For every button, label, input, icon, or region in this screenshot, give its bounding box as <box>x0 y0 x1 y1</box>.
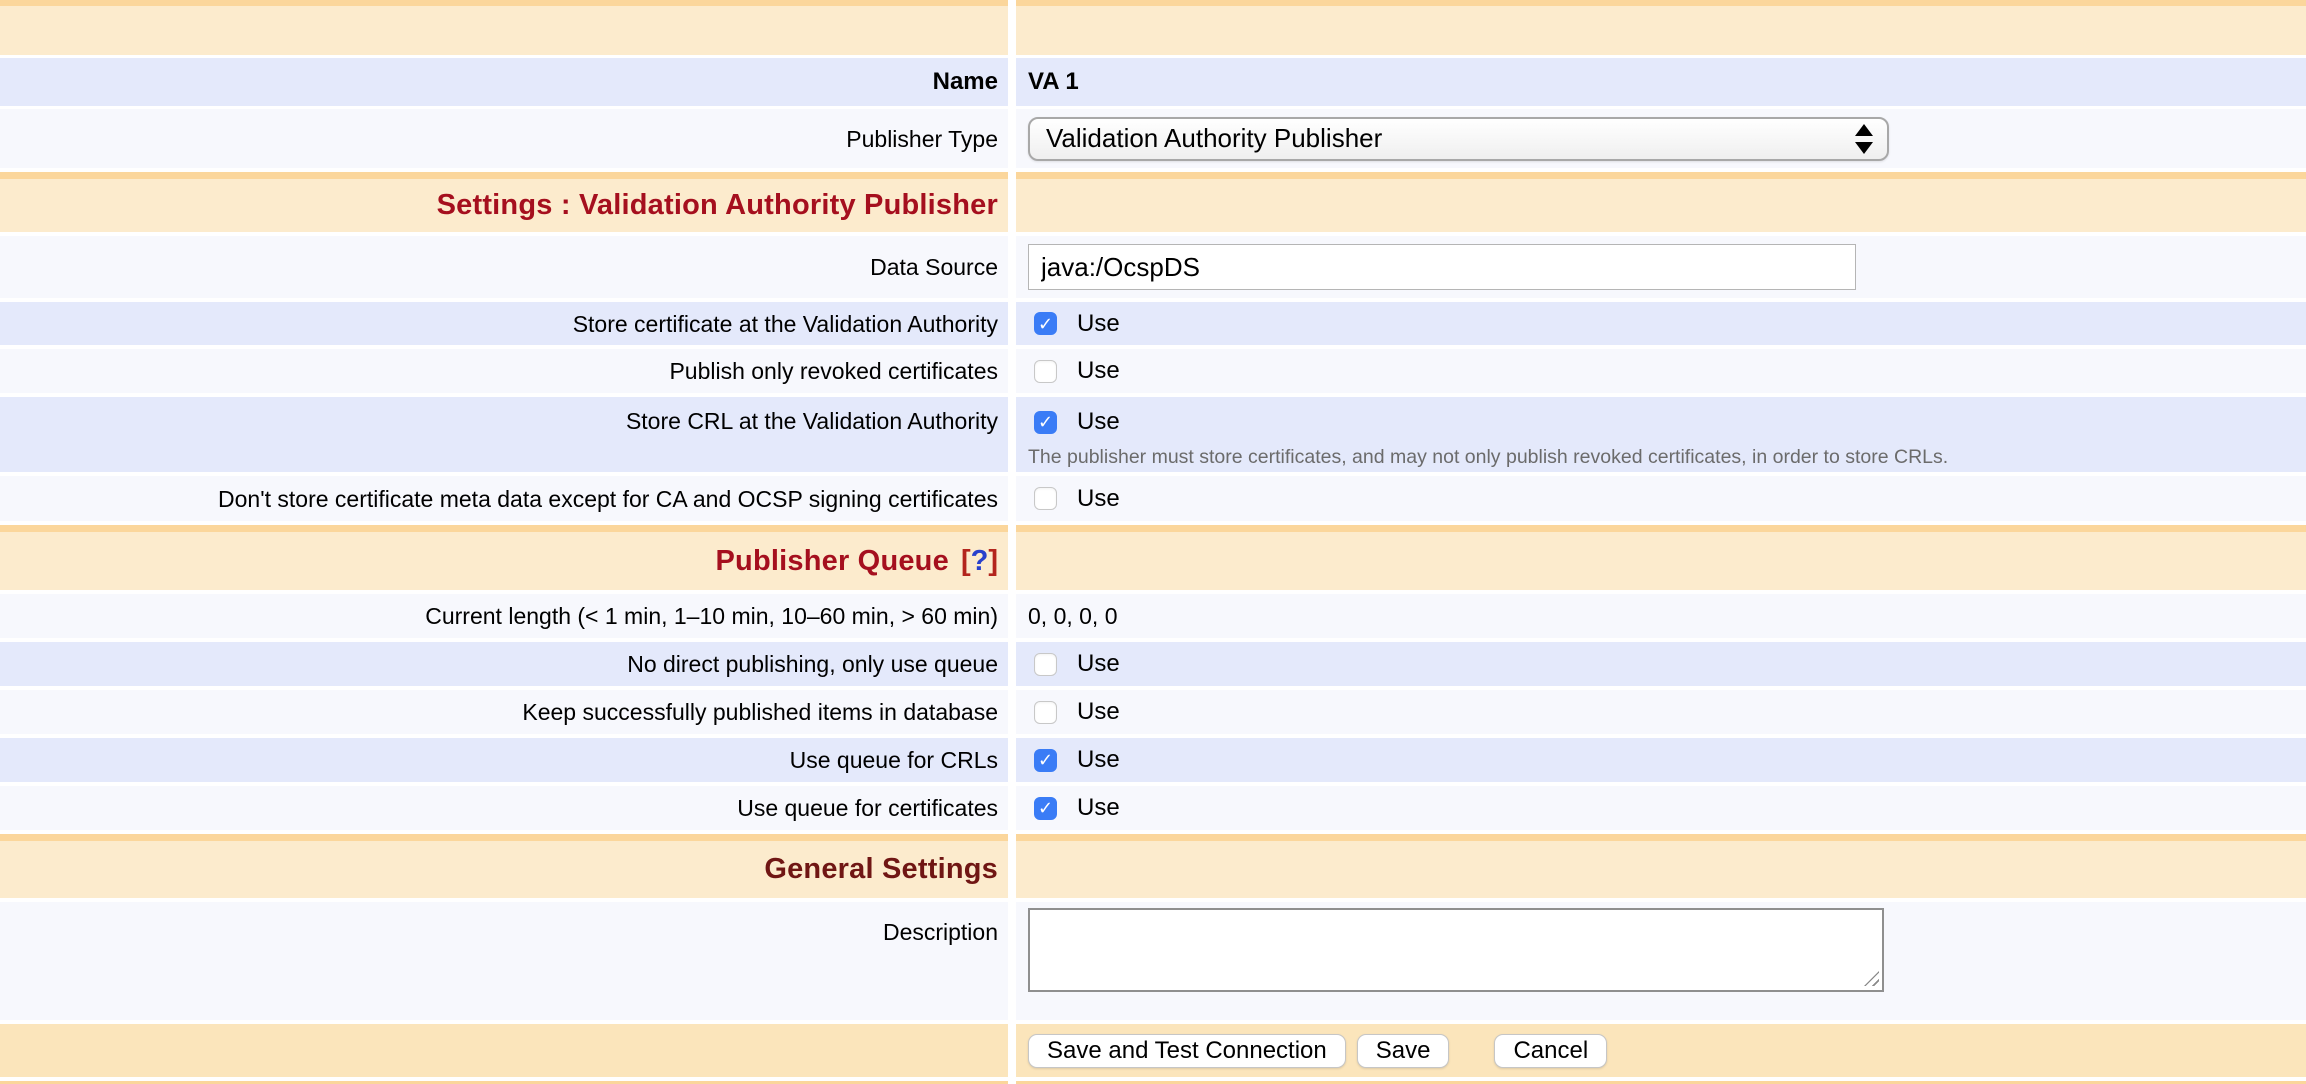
row-publish-revoked: Publish only revoked certificates Use <box>0 349 2306 393</box>
store-cert-checkbox[interactable] <box>1034 312 1057 335</box>
queue-crls-label: Use queue for CRLs <box>790 746 998 774</box>
name-label: Name <box>933 68 998 96</box>
row-keep-published: Keep successfully published items in dat… <box>0 690 2306 734</box>
queue-certs-label: Use queue for certificates <box>737 794 998 822</box>
data-source-label: Data Source <box>870 253 998 281</box>
save-button[interactable]: Save <box>1357 1034 1450 1068</box>
save-and-test-button[interactable]: Save and Test Connection <box>1028 1034 1346 1068</box>
description-textarea[interactable] <box>1028 908 1884 992</box>
no-direct-label: No direct publishing, only use queue <box>627 650 998 678</box>
store-crl-label: Store CRL at the Validation Authority <box>626 407 998 435</box>
queue-crls-use-label: Use <box>1077 746 1120 774</box>
queue-length-value: 0, 0, 0, 0 <box>1028 603 1118 630</box>
store-crl-note: The publisher must store certificates, a… <box>1028 445 1948 469</box>
meta-data-use-label: Use <box>1077 485 1120 513</box>
queue-crls-checkbox[interactable] <box>1034 749 1057 772</box>
store-crl-use-label: Use <box>1077 408 1120 436</box>
row-queue-length: Current length (< 1 min, 1–10 min, 10–60… <box>0 594 2306 638</box>
meta-data-checkbox[interactable] <box>1034 487 1057 510</box>
queue-length-label: Current length (< 1 min, 1–10 min, 10–60… <box>425 602 998 630</box>
queue-section-title: Publisher Queue <box>715 545 948 578</box>
publish-revoked-use-label: Use <box>1077 357 1120 385</box>
row-queue-certs: Use queue for certificates Use <box>0 786 2306 830</box>
chevron-up-icon <box>1855 124 1873 136</box>
general-section-title: General Settings <box>764 853 998 886</box>
row-buttons: Save and Test Connection Save Cancel <box>0 1024 2306 1077</box>
top-band-left <box>0 0 1008 55</box>
chevron-down-icon <box>1855 142 1873 154</box>
row-no-direct: No direct publishing, only use queue Use <box>0 642 2306 686</box>
store-cert-label: Store certificate at the Validation Auth… <box>573 310 998 338</box>
cancel-button[interactable]: Cancel <box>1494 1034 1607 1068</box>
row-queue-crls: Use queue for CRLs Use <box>0 738 2306 782</box>
meta-data-label: Don't store certificate meta data except… <box>218 485 998 513</box>
queue-help-link[interactable]: [?] <box>961 545 998 578</box>
publisher-type-select[interactable]: Validation Authority Publisher <box>1028 117 1889 161</box>
publish-revoked-label: Publish only revoked certificates <box>669 357 998 385</box>
row-data-source: Data Source <box>0 236 2306 298</box>
queue-certs-use-label: Use <box>1077 794 1120 822</box>
row-publisher-type: Publisher Type Validation Authority Publ… <box>0 109 2306 168</box>
keep-published-checkbox[interactable] <box>1034 701 1057 724</box>
row-section-settings: Settings : Validation Authority Publishe… <box>0 172 2306 232</box>
publish-revoked-checkbox[interactable] <box>1034 360 1057 383</box>
row-description: Description <box>0 902 2306 1020</box>
top-band-right <box>1016 0 2306 55</box>
description-label: Description <box>883 918 998 946</box>
publisher-type-label: Publisher Type <box>846 125 998 153</box>
question-mark-icon: ? <box>971 545 989 577</box>
name-value: VA 1 <box>1028 68 1079 96</box>
row-section-queue: Publisher Queue [?] <box>0 525 2306 590</box>
select-stepper-icon <box>1855 124 1873 154</box>
row-meta-data: Don't store certificate meta data except… <box>0 476 2306 521</box>
queue-certs-checkbox[interactable] <box>1034 797 1057 820</box>
publisher-type-selected-value: Validation Authority Publisher <box>1046 123 1382 154</box>
data-source-input[interactable] <box>1028 244 1856 290</box>
no-direct-use-label: Use <box>1077 650 1120 678</box>
keep-published-label: Keep successfully published items in dat… <box>522 698 998 726</box>
settings-section-title: Settings : Validation Authority Publishe… <box>437 189 998 222</box>
row-store-cert: Store certificate at the Validation Auth… <box>0 302 2306 345</box>
row-name: Name VA 1 <box>0 58 2306 106</box>
keep-published-use-label: Use <box>1077 698 1120 726</box>
row-section-general: General Settings <box>0 834 2306 898</box>
row-store-crl: Store CRL at the Validation Authority Us… <box>0 397 2306 472</box>
no-direct-checkbox[interactable] <box>1034 653 1057 676</box>
store-crl-checkbox[interactable] <box>1034 411 1057 434</box>
store-cert-use-label: Use <box>1077 310 1120 338</box>
top-section-band <box>0 0 2306 55</box>
